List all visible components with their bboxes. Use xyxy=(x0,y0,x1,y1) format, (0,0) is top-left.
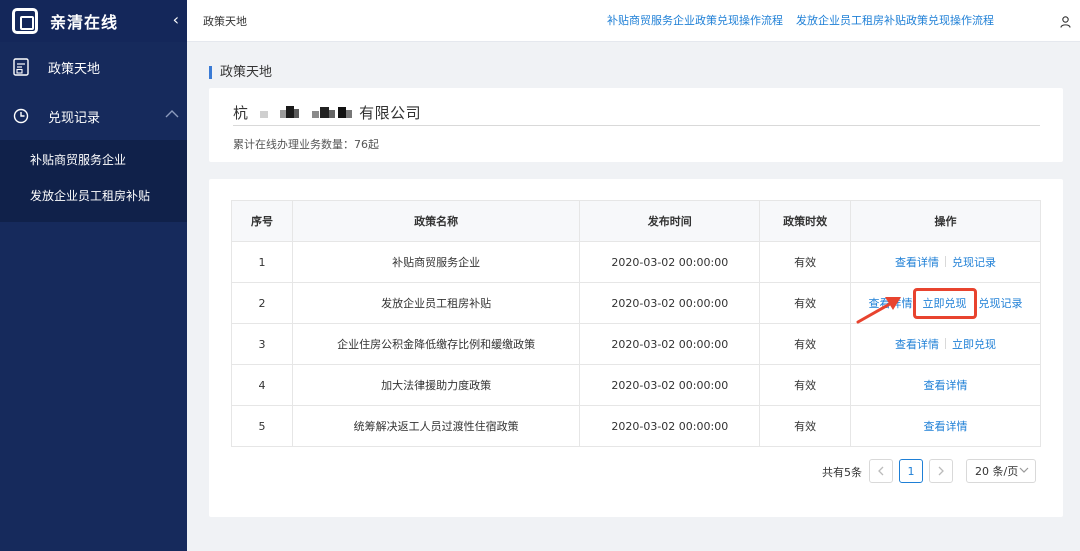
view-details-link[interactable]: 查看详情 xyxy=(924,379,968,392)
chevron-down-icon xyxy=(1019,467,1029,473)
table-row: 2 发放企业员工租房补贴 2020-03-02 00:00:00 有效 查看详情… xyxy=(231,282,1041,324)
document-icon xyxy=(12,58,30,76)
table-row: 5 统筹解决返工人员过渡性住宿政策 2020-03-02 00:00:00 有效… xyxy=(231,405,1041,447)
chevron-left-icon xyxy=(878,466,884,476)
column-header-status: 政策时效 xyxy=(759,200,852,242)
company-card: 杭 有限公司 累计在线办理业务数量：76起 xyxy=(209,88,1063,162)
trade-subsidy-process-link[interactable]: 补贴商贸服务企业政策兑现操作流程 xyxy=(607,12,783,28)
submenu-item-trade-subsidy[interactable]: 补贴商贸服务企业 xyxy=(0,142,187,178)
business-count: 累计在线办理业务数量：76起 xyxy=(233,138,379,151)
rent-subsidy-process-link[interactable]: 发放企业员工租房补贴政策兑现操作流程 xyxy=(796,12,994,28)
top-header: 政策天地 补贴商贸服务企业政策兑现操作流程 发放企业员工租房补贴政策兑现操作流程 xyxy=(187,0,1080,42)
view-details-link[interactable]: 查看详情 xyxy=(924,420,968,433)
prev-page-button[interactable] xyxy=(869,459,893,483)
cell-time: 2020-03-02 00:00:00 xyxy=(579,323,761,365)
view-details-link[interactable]: 查看详情 xyxy=(869,297,913,310)
submenu-item-rent-subsidy[interactable]: 发放企业员工租房补贴 xyxy=(0,178,187,214)
user-icon[interactable] xyxy=(1060,13,1071,32)
cell-name: 统筹解决返工人员过渡性住宿政策 xyxy=(291,405,581,447)
cell-name: 补贴商贸服务企业 xyxy=(291,241,581,283)
redeem-records-link[interactable]: 兑现记录 xyxy=(952,256,996,269)
cell-no: 2 xyxy=(231,282,293,324)
column-header-name: 政策名称 xyxy=(291,200,581,242)
page-size-value: 20 条/页 xyxy=(975,465,1019,478)
cell-name: 企业住房公积金降低缴存比例和缓缴政策 xyxy=(291,323,581,365)
table-row: 3 企业住房公积金降低缴存比例和缓缴政策 2020-03-02 00:00:00… xyxy=(231,323,1041,365)
sidebar-item-policy[interactable]: 政策天地 xyxy=(0,42,187,92)
table-row: 4 加大法律援助力度政策 2020-03-02 00:00:00 有效 查看详情 xyxy=(231,364,1041,406)
company-name: 杭 有限公司 xyxy=(233,102,421,123)
separator xyxy=(945,256,947,267)
cell-time: 2020-03-02 00:00:00 xyxy=(579,405,761,447)
cell-name: 发放企业员工租房补贴 xyxy=(291,282,581,324)
logo-icon xyxy=(12,8,38,34)
page-1-button[interactable]: 1 xyxy=(899,459,923,483)
submenu: 补贴商贸服务企业 发放企业员工租房补贴 xyxy=(0,140,187,222)
cell-actions: 查看详情 立即兑现 兑现记录 xyxy=(850,282,1041,324)
collapse-sidebar-icon[interactable]: ‹ xyxy=(173,10,179,29)
column-header-no: 序号 xyxy=(231,200,293,242)
cell-actions: 查看详情 立即兑现 xyxy=(850,323,1041,365)
column-header-actions: 操作 xyxy=(850,200,1041,242)
divider xyxy=(233,125,1040,126)
redeem-now-link[interactable]: 立即兑现 xyxy=(923,297,967,310)
pagination: 共有5条 1 20 条/页 xyxy=(209,459,1063,483)
cell-actions: 查看详情 兑现记录 xyxy=(850,241,1041,283)
page-title: 政策天地 xyxy=(209,66,272,79)
cell-no: 1 xyxy=(231,241,293,283)
sidebar-item-redeem-records[interactable]: 兑现记录 xyxy=(0,92,187,140)
column-header-time: 发布时间 xyxy=(579,200,761,242)
cell-status: 有效 xyxy=(759,241,852,283)
total-count: 共有5条 xyxy=(822,466,862,479)
redacted-mosaic xyxy=(259,106,352,118)
cell-name: 加大法律援助力度政策 xyxy=(291,364,581,406)
highlight-box: 立即兑现 xyxy=(912,287,977,319)
cell-status: 有效 xyxy=(759,364,852,406)
cell-no: 4 xyxy=(231,364,293,406)
clock-icon xyxy=(12,107,30,125)
cell-actions: 查看详情 xyxy=(850,405,1041,447)
brand-bar: 亲清在线 ‹ xyxy=(0,0,187,42)
redeem-records-link[interactable]: 兑现记录 xyxy=(979,297,1023,310)
company-name-suffix: 有限公司 xyxy=(359,104,422,122)
chevron-up-icon xyxy=(165,108,179,123)
cell-no: 5 xyxy=(231,405,293,447)
sidebar-item-label: 兑现记录 xyxy=(48,110,101,126)
sidebar: 亲清在线 ‹ 政策天地 兑现记录 补贴商贸服务企业 发放企业员工租房补贴 xyxy=(0,0,187,551)
sidebar-item-label: 政策天地 xyxy=(48,61,101,77)
cell-status: 有效 xyxy=(759,405,852,447)
view-details-link[interactable]: 查看详情 xyxy=(895,256,939,269)
cell-time: 2020-03-02 00:00:00 xyxy=(579,282,761,324)
breadcrumb: 政策天地 xyxy=(203,15,247,28)
table-header-row: 序号 政策名称 发布时间 政策时效 操作 xyxy=(231,200,1041,242)
redeem-now-link[interactable]: 立即兑现 xyxy=(952,338,996,351)
cell-status: 有效 xyxy=(759,282,852,324)
cell-no: 3 xyxy=(231,323,293,365)
cell-time: 2020-03-02 00:00:00 xyxy=(579,241,761,283)
policy-table-card: 序号 政策名称 发布时间 政策时效 操作 1 补贴商贸服务企业 2020-03-… xyxy=(209,179,1063,517)
chevron-right-icon xyxy=(938,466,944,476)
view-details-link[interactable]: 查看详情 xyxy=(895,338,939,351)
cell-status: 有效 xyxy=(759,323,852,365)
brand-name: 亲清在线 xyxy=(50,13,119,32)
policy-table: 序号 政策名称 发布时间 政策时效 操作 1 补贴商贸服务企业 2020-03-… xyxy=(231,200,1041,447)
separator xyxy=(945,338,947,349)
cell-actions: 查看详情 xyxy=(850,364,1041,406)
next-page-button[interactable] xyxy=(929,459,953,483)
company-name-prefix: 杭 xyxy=(233,104,249,122)
cell-time: 2020-03-02 00:00:00 xyxy=(579,364,761,406)
table-row: 1 补贴商贸服务企业 2020-03-02 00:00:00 有效 查看详情 兑现… xyxy=(231,241,1041,283)
page-size-select[interactable]: 20 条/页 xyxy=(966,459,1036,483)
